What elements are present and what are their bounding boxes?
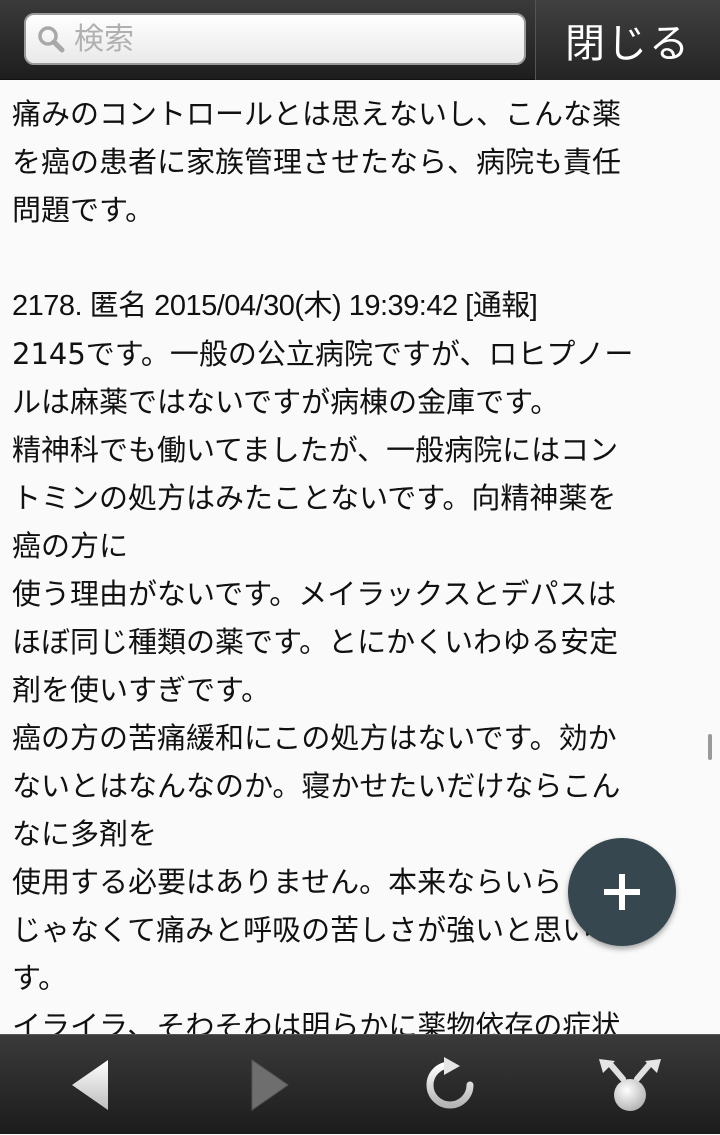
refresh-button[interactable]	[360, 1035, 540, 1135]
text-line: イライラ、そわそわは明らかに薬物依存の症状	[12, 1009, 621, 1034]
back-arrow-icon	[72, 1060, 108, 1110]
close-button[interactable]: 閉じる	[535, 0, 720, 80]
text-line: ないとはなんなのか。寝かせたいだけならこん	[12, 769, 621, 803]
close-button-label: 閉じる	[565, 21, 691, 67]
forward-arrow-icon	[251, 1059, 289, 1111]
text-line: トミンの処方はみたことないです。向精神薬を	[12, 481, 617, 515]
post-header: 2178. 匿名 2015/04/30(木) 19:39:42 [通報]	[12, 290, 538, 322]
search-input[interactable]	[74, 19, 514, 59]
back-button[interactable]	[0, 1035, 180, 1135]
text-line: ほぼ同じ種類の薬です。とにかくいわゆる安定	[12, 625, 619, 659]
share-icon	[599, 1059, 661, 1111]
refresh-icon	[426, 1057, 474, 1109]
add-button[interactable]	[568, 838, 676, 946]
search-box[interactable]	[24, 13, 526, 65]
text-line: ルは麻薬ではないですが病棟の金庫です。	[12, 385, 560, 419]
text-line: 問題です。	[12, 193, 155, 227]
scrollbar-thumb[interactable]	[708, 734, 712, 760]
forward-button[interactable]	[180, 1035, 360, 1135]
text-line: を癌の患者に家族管理させたなら、病院も責任	[12, 145, 622, 179]
text-line: 痛みのコントロールとは思えないし、こんな薬	[12, 97, 622, 131]
bottom-toolbar	[0, 1034, 720, 1134]
share-button[interactable]	[540, 1035, 720, 1135]
plus-icon	[604, 874, 640, 910]
text-line: 使う理由がないです。メイラックスとデパスは	[12, 577, 617, 611]
text-line: す。	[12, 961, 68, 995]
text-line: 2145です。一般の公立病院ですが、ロヒプノー	[12, 337, 634, 371]
text-line: 癌の方に	[12, 529, 129, 563]
text-line: 剤を使いすぎです。	[12, 673, 271, 707]
search-icon	[38, 26, 65, 53]
top-toolbar: 閉じる	[0, 0, 720, 80]
text-line: 癌の方の苦痛緩和にこの処方はないです。効か	[12, 721, 617, 755]
text-line: 精神科でも働いてましたが、一般病院にはコン	[12, 433, 619, 467]
